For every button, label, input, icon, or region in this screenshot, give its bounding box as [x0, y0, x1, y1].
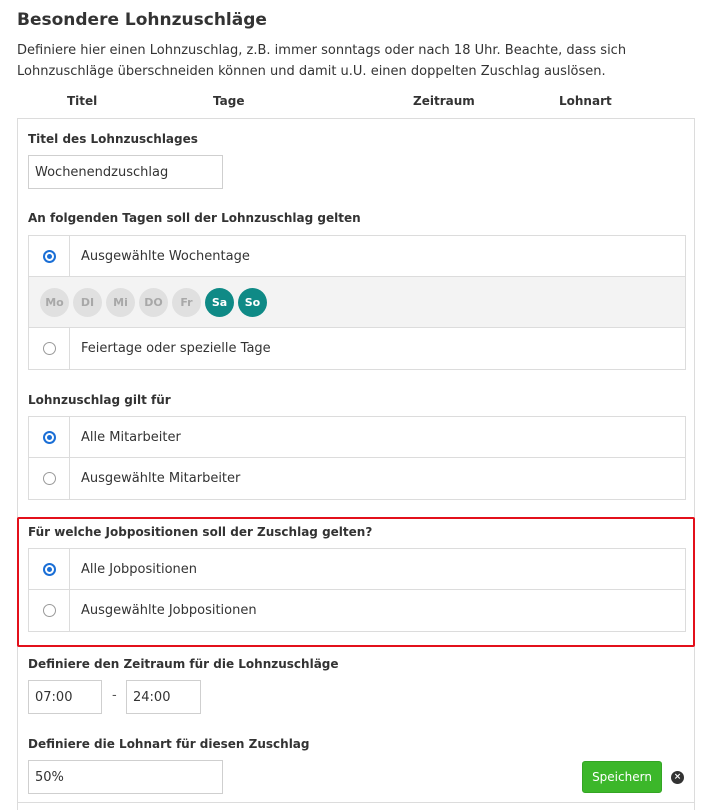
weekday-di[interactable]: DI: [73, 287, 102, 317]
option-label: Ausgewählte Wochentage: [81, 248, 250, 264]
radio-button[interactable]: [42, 604, 56, 617]
radio-button-checked[interactable]: [42, 249, 56, 263]
column-header-titel: Titel: [67, 94, 98, 108]
page-title: Besondere Lohnzuschläge: [17, 10, 267, 30]
title-label: Titel des Lohnzuschlages: [28, 132, 198, 146]
period-label: Definiere den Zeitraum für die Lohnzusch…: [28, 657, 339, 671]
weekday-so[interactable]: So: [238, 287, 267, 317]
radio-button-checked[interactable]: [42, 562, 56, 576]
option-label: Feiertage oder spezielle Tage: [81, 341, 271, 356]
period-from-input[interactable]: [28, 680, 102, 714]
close-icon[interactable]: ×: [671, 771, 684, 784]
weekday-mi[interactable]: Mi: [106, 287, 135, 317]
wage-input[interactable]: [28, 760, 223, 794]
days-option-group: Ausgewählte Wochentage Mo DI Mi DO Fr Sa…: [28, 235, 686, 370]
save-button[interactable]: Speichern: [582, 761, 662, 793]
jobs-option-group: Alle Jobpositionen Ausgewählte Jobpositi…: [28, 548, 686, 632]
employees-option-group: Alle Mitarbeiter Ausgewählte Mitarbeiter: [28, 416, 686, 500]
period-separator: -: [112, 688, 117, 703]
title-input[interactable]: [28, 155, 223, 189]
jobs-label: Für welche Jobpositionen soll der Zuschl…: [28, 525, 373, 539]
days-option-holidays[interactable]: Feiertage oder spezielle Tage: [29, 328, 685, 369]
option-label: Alle Jobpositionen: [81, 561, 198, 577]
weekday-mo[interactable]: Mo: [40, 287, 69, 317]
days-option-selected-weekdays[interactable]: Ausgewählte Wochentage: [29, 236, 685, 277]
radio-button[interactable]: [42, 342, 56, 355]
weekday-picker: Mo DI Mi DO Fr Sa So: [29, 277, 685, 328]
intro-text: Definiere hier einen Lohnzuschlag, z.B. …: [17, 43, 627, 79]
employees-option-all[interactable]: Alle Mitarbeiter: [29, 417, 685, 458]
divider: [17, 802, 695, 810]
weekday-do[interactable]: DO: [139, 287, 168, 317]
column-header-lohnart: Lohnart: [559, 94, 612, 108]
period-to-input[interactable]: [126, 680, 201, 714]
option-label: Alle Mitarbeiter: [81, 429, 181, 445]
table-header: Titel Tage Zeitraum Lohnart: [0, 94, 709, 112]
days-label: An folgenden Tagen soll der Lohnzuschlag…: [28, 211, 361, 225]
column-header-zeitraum: Zeitraum: [413, 94, 475, 108]
radio-button-checked[interactable]: [42, 430, 56, 444]
option-label: Ausgewählte Jobpositionen: [81, 603, 257, 618]
column-header-tage: Tage: [213, 94, 245, 108]
radio-button[interactable]: [42, 472, 56, 485]
option-label: Ausgewählte Mitarbeiter: [81, 471, 241, 486]
employees-option-selected[interactable]: Ausgewählte Mitarbeiter: [29, 458, 685, 499]
employees-label: Lohnzuschlag gilt für: [28, 393, 171, 407]
wage-label: Definiere die Lohnart für diesen Zuschla…: [28, 737, 310, 751]
weekday-sa[interactable]: Sa: [205, 287, 234, 317]
weekday-fr[interactable]: Fr: [172, 287, 201, 317]
jobs-option-all[interactable]: Alle Jobpositionen: [29, 549, 685, 590]
jobs-option-selected[interactable]: Ausgewählte Jobpositionen: [29, 590, 685, 631]
